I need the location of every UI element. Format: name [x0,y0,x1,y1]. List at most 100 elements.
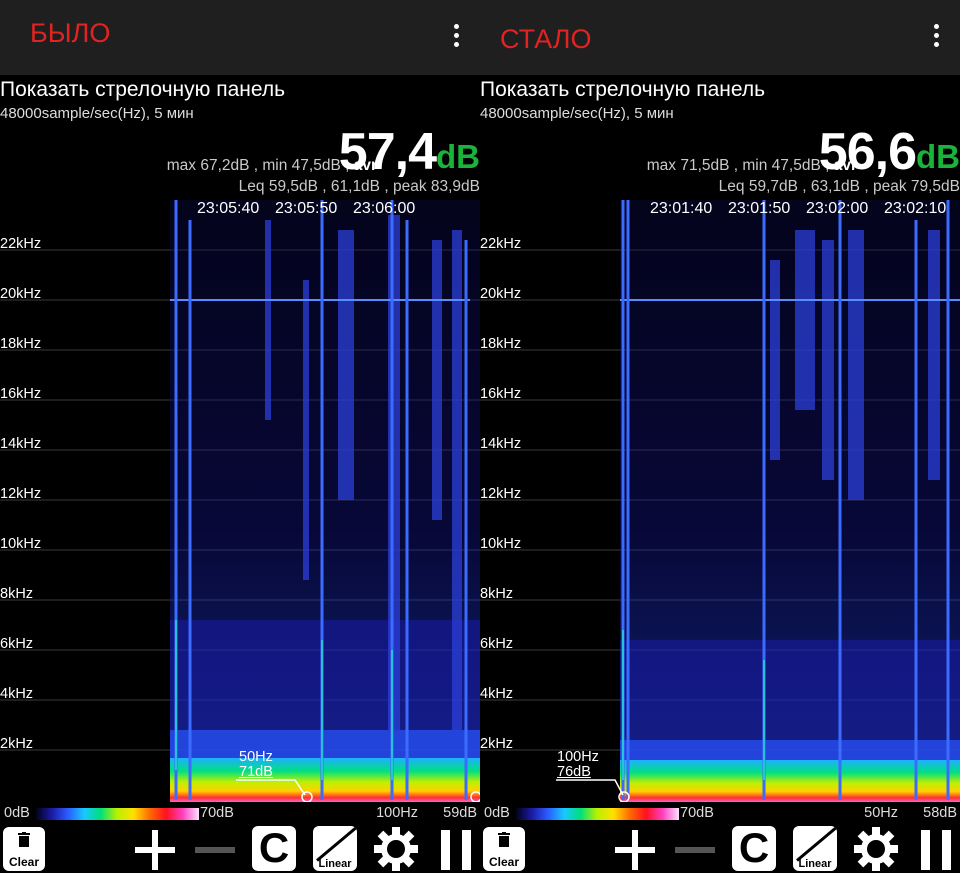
linear-scale-button[interactable]: Linear [793,826,837,871]
pause-icon[interactable] [921,830,951,870]
legend-min: 0dB [4,805,30,821]
trash-icon [18,832,30,847]
time-label: 23:01:40 [650,200,713,217]
panel-before: БЫЛО Показать стрелочную панель 48000sam… [0,0,480,873]
linear-label: Linear [798,858,832,870]
cursor-db: 59dB [443,805,477,821]
clear-label: Clear [488,855,520,869]
clear-button[interactable]: Clear [483,827,525,871]
c-weighting-button[interactable]: C [732,824,776,871]
freq-label: 22kHz [480,236,522,252]
panel-label: СТАЛО [500,24,592,54]
stats-leq-peak: Leq 59,7dB , 63,1dB , peak 79,5dB [718,178,960,195]
stat-min: min 47,5dB [742,157,821,174]
legend-colorbar [515,808,679,820]
gear-icon[interactable] [373,826,419,872]
legend-max: 70dB [680,805,714,821]
freq-label: 14kHz [0,436,42,452]
more-menu-icon[interactable] [930,24,942,52]
app-bar: СТАЛО [480,0,960,75]
c-label: C [258,824,290,871]
more-menu-icon[interactable] [450,24,462,52]
sample-info: 48000sample/sec(Hz), 5 мин [0,105,194,122]
marker-db: 71dB [239,764,273,780]
spectrogram-canvas [480,200,960,802]
color-legend: 0dB 70dB 50Hz 58dB [480,803,960,823]
freq-label: 14kHz [480,436,522,452]
freq-label: 2kHz [480,736,514,752]
freq-label: 18kHz [480,336,522,352]
bottom-toolbar: Clear C Linear [480,823,960,873]
trash-icon [498,832,510,847]
clear-label: Clear [8,855,40,869]
freq-label: 4kHz [480,686,514,702]
gear-icon[interactable] [853,826,899,872]
stat-max: max 71,5dB [646,157,730,174]
pause-icon[interactable] [441,830,471,870]
zoom-in-icon[interactable] [615,830,655,870]
show-gauge-title[interactable]: Показать стрелочную панель [480,78,765,102]
freq-label: 16kHz [480,386,522,402]
c-weighting-button[interactable]: C [252,824,296,871]
time-label: 23:01:50 [728,200,791,217]
cursor-freq: 100Hz [376,805,418,821]
stats-leq-peak: Leq 59,5dB , 61,1dB , peak 83,9dB [238,178,480,195]
freq-label: 18kHz [0,336,42,352]
time-label: 23:02:00 [806,200,869,217]
linear-icon [796,826,837,862]
freq-label: 20kHz [0,286,42,302]
spectrogram[interactable] [0,200,480,802]
sample-info: 48000sample/sec(Hz), 5 мин [480,105,674,122]
stat-l2: 63,1dB [810,178,861,195]
average-value: 57,4 [338,123,437,181]
marker-freq: 50Hz [239,749,273,765]
legend-max: 70dB [200,805,234,821]
color-legend: 0dB 70dB 100Hz 59dB [0,803,480,823]
show-gauge-title[interactable]: Показать стрелочную панель [0,78,285,102]
freq-label: 20kHz [480,286,522,302]
linear-scale-button[interactable]: Linear [313,826,357,871]
clear-button[interactable]: Clear [3,827,45,871]
freq-label: 4kHz [0,686,34,702]
c-label: C [738,824,770,871]
freq-label: 6kHz [480,636,514,652]
peak-marker: 50Hz 71dB [239,750,273,780]
spectrogram-canvas [0,200,480,802]
stat-peak: peak 83,9dB [392,178,480,195]
spectrogram[interactable] [480,200,960,802]
average-unit: dB [436,138,480,175]
stat-max: max 67,2dB [166,157,250,174]
freq-label: 16kHz [0,386,42,402]
stat-leq: Leq 59,5dB [238,178,318,195]
time-label: 23:06:00 [353,200,416,217]
freq-label: 6kHz [0,636,34,652]
stat-leq: Leq 59,7dB [718,178,798,195]
stat-min: min 47,5dB [262,157,341,174]
marker-freq: 100Hz [557,749,599,765]
freq-label: 8kHz [0,586,34,602]
zoom-in-icon[interactable] [135,830,175,870]
cursor-freq: 50Hz [864,805,898,821]
time-label: 23:05:40 [197,200,260,217]
app-bar: БЫЛО [0,0,480,75]
legend-colorbar [35,808,199,820]
stat-l2: 61,1dB [330,178,381,195]
freq-label: 2kHz [0,736,34,752]
peak-marker: 100Hz 76dB [557,750,599,780]
stat-peak: peak 79,5dB [872,178,960,195]
freq-label: 8kHz [480,586,514,602]
time-label: 23:02:10 [884,200,947,217]
time-label: 23:05:50 [275,200,338,217]
cursor-db: 58dB [923,805,957,821]
bottom-toolbar: Clear C Linear [0,823,480,873]
freq-label: 10kHz [0,536,42,552]
freq-label: 12kHz [480,486,522,502]
panel-after: СТАЛО Показать стрелочную панель 48000sa… [480,0,960,873]
marker-db: 76dB [557,764,591,780]
freq-label: 10kHz [480,536,522,552]
linear-icon [316,826,357,862]
freq-label: 22kHz [0,236,42,252]
panel-label: БЫЛО [30,18,111,48]
zoom-out-icon[interactable] [195,847,235,853]
zoom-out-icon[interactable] [675,847,715,853]
